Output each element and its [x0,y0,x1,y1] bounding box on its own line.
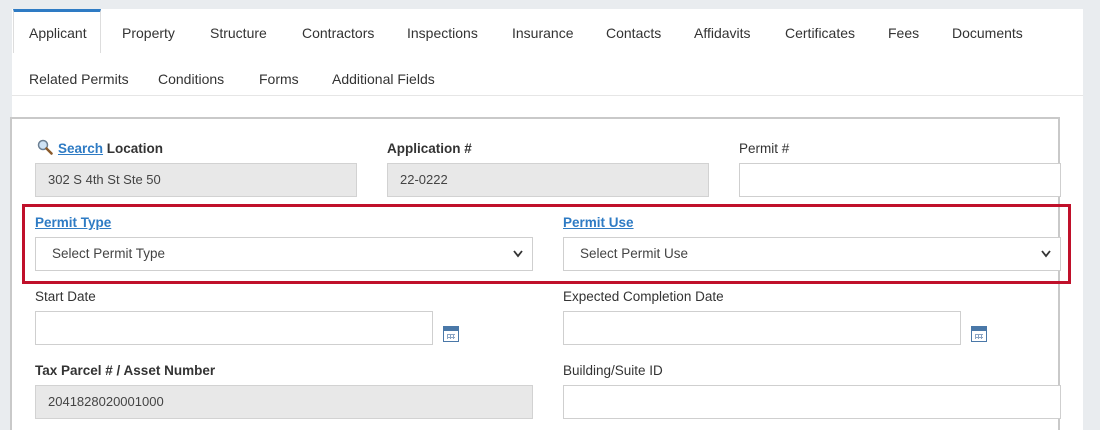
building-suite-label: Building/Suite ID [563,363,663,378]
tab-contacts[interactable]: Contacts [606,9,661,53]
expected-completion-label: Expected Completion Date [563,289,724,304]
tax-parcel-label: Tax Parcel # / Asset Number [35,363,216,378]
tab-additional-fields[interactable]: Additional Fields [332,55,435,99]
permit-type-label: Permit Type [35,215,111,230]
permit-type-select[interactable]: Select Permit Type [35,237,533,271]
tab-property[interactable]: Property [122,9,175,53]
tab-bar: Applicant Property Structure Contractors… [12,9,1083,96]
location-field: 302 S 4th St Ste 50 [35,163,357,197]
tab-structure[interactable]: Structure [210,9,267,53]
tax-parcel-field: 2041828020001000 [35,385,533,419]
permit-number-input[interactable] [739,163,1061,197]
permit-use-link[interactable]: Permit Use [563,215,634,230]
tab-contractors[interactable]: Contractors [302,9,374,53]
location-label: Location [106,141,164,156]
chevron-down-icon [1040,238,1052,282]
permit-use-label: Permit Use [563,215,634,230]
permit-use-selected: Select Permit Use [580,246,689,261]
tab-forms[interactable]: Forms [259,55,299,99]
chevron-down-icon [512,238,524,282]
tab-certificates[interactable]: Certificates [785,9,855,53]
search-icon[interactable] [37,139,53,155]
building-suite-input[interactable] [563,385,1061,419]
calendar-icon[interactable] [971,326,987,342]
application-number-label: Application # [387,141,472,156]
permit-type-link[interactable]: Permit Type [35,215,111,230]
expected-completion-input[interactable] [563,311,961,345]
tab-related-permits[interactable]: Related Permits [29,55,129,99]
location-label-group: Search Location [58,141,163,156]
permit-use-select[interactable]: Select Permit Use [563,237,1061,271]
tab-insurance[interactable]: Insurance [512,9,573,53]
permit-type-selected: Select Permit Type [52,246,166,261]
permit-number-label: Permit # [739,141,790,156]
start-date-input[interactable] [35,311,433,345]
start-date-label: Start Date [35,289,96,304]
search-link[interactable]: Search [58,141,103,156]
tab-documents[interactable]: Documents [952,9,1023,53]
tab-conditions[interactable]: Conditions [158,55,224,99]
tab-inspections[interactable]: Inspections [407,9,478,53]
calendar-icon[interactable] [443,326,459,342]
application-number-field: 22-0222 [387,163,709,197]
tab-affidavits[interactable]: Affidavits [694,9,751,53]
tab-fees[interactable]: Fees [888,9,919,53]
tab-applicant[interactable]: Applicant [13,9,101,53]
